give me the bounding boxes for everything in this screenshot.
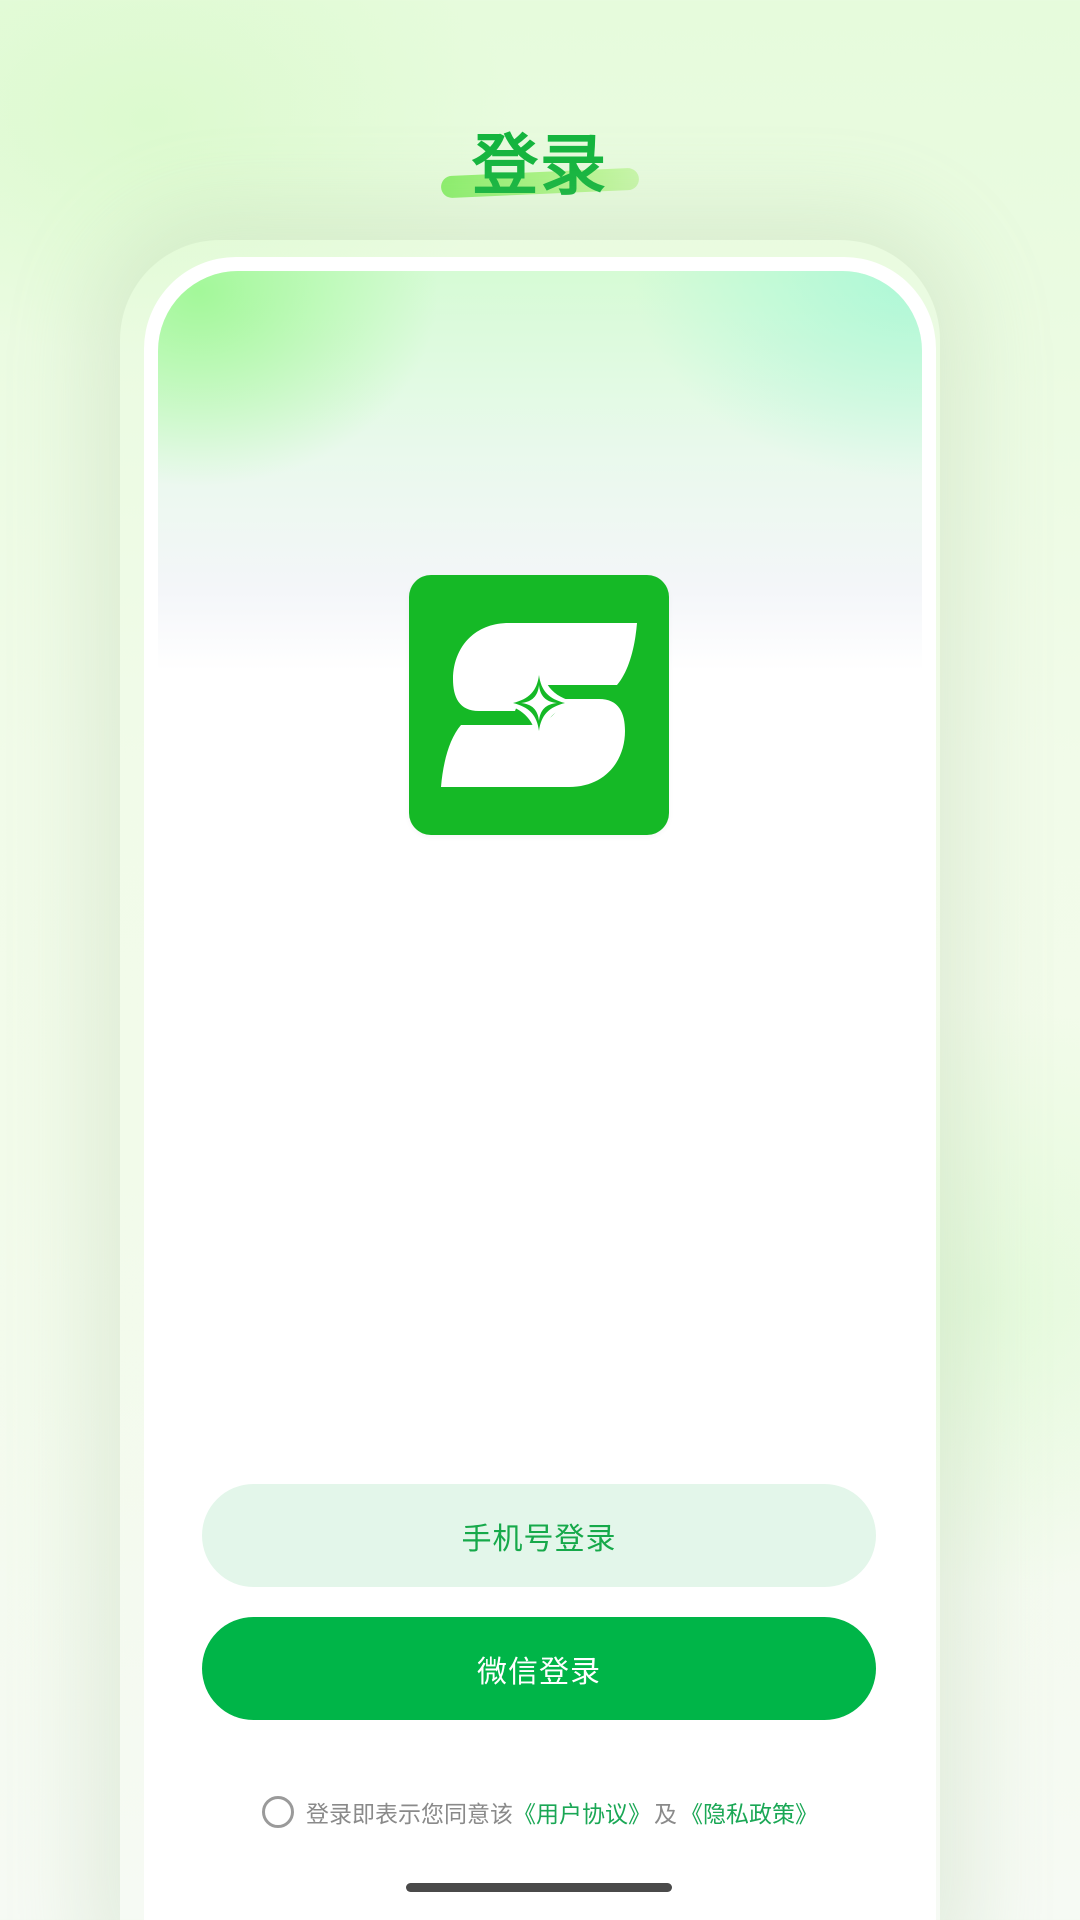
home-indicator[interactable] <box>406 1883 672 1892</box>
wechat-login-button[interactable]: 微信登录 <box>202 1617 876 1720</box>
agreement-row: 登录即表示您同意该 《用户协议》 及 《隐私政策》 <box>0 1790 1080 1834</box>
app-logo-icon <box>441 623 637 787</box>
agreement-checkbox[interactable] <box>262 1796 294 1828</box>
privacy-policy-link[interactable]: 《隐私政策》 <box>680 1795 818 1829</box>
phone-login-button[interactable]: 手机号登录 <box>202 1484 876 1587</box>
agreement-text: 登录即表示您同意该 <box>306 1802 513 1828</box>
page-title: 登录 <box>472 127 608 204</box>
app-logo <box>409 575 669 835</box>
agreement-and: 及 <box>654 1802 677 1828</box>
user-agreement-link[interactable]: 《用户协议》 <box>513 1795 651 1829</box>
